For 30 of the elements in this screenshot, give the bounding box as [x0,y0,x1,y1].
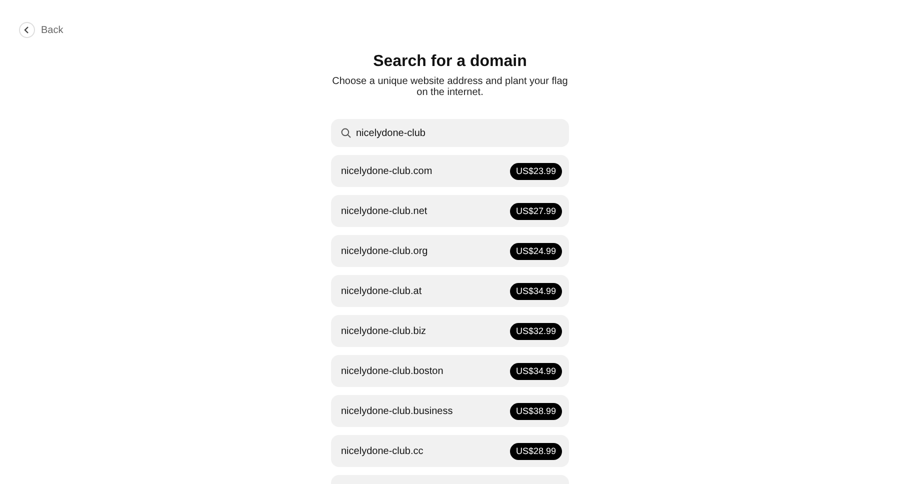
domain-name: nicelydone-club.org [341,246,428,256]
price-button[interactable]: US$28.99 [510,442,562,460]
domain-result-row[interactable]: nicelydone-club.business US$38.99 [331,395,569,427]
back-button[interactable]: Back [19,22,64,38]
domain-result-row[interactable]: nicelydone-club.org US$24.99 [331,235,569,267]
price-button[interactable]: US$24.99 [510,242,562,260]
price-button[interactable]: US$34.99 [510,282,562,300]
domain-result-row[interactable]: nicelydone-club.net US$27.99 [331,195,569,227]
price-button[interactable]: US$32.99 [510,322,562,340]
domain-result-row[interactable]: nicelydone-club.cc US$28.99 [331,435,569,467]
price-button[interactable]: US$27.99 [510,202,562,220]
price-button[interactable]: US$23.99 [510,162,562,180]
domain-result-row[interactable]: nicelydone-club.biz US$32.99 [331,315,569,347]
domain-name: nicelydone-club.business [341,406,453,416]
domain-name: nicelydone-club.com [341,166,432,176]
domain-name: nicelydone-club.net [341,206,428,216]
domain-name: nicelydone-club.cc [341,446,424,456]
search-icon [341,128,351,138]
domain-result-row[interactable]: nicelydone-club.boston US$34.99 [331,355,569,387]
page-subtitle: Choose a unique website address and plant your flag on the internet. [331,76,569,98]
price-button[interactable]: US$38.99 [510,402,562,420]
page-title: Search for a domain [373,52,527,72]
search-field[interactable]: nicelydone-club [331,119,569,147]
domain-name: nicelydone-club.at [341,286,422,296]
price-button[interactable]: US$34.99 [510,362,562,380]
domain-name: nicelydone-club.boston [341,366,444,376]
chevron-left-icon [19,22,35,38]
domain-result-row[interactable]: nicelydone-club.com US$23.99 [331,155,569,187]
domain-name: nicelydone-club.biz [341,326,426,336]
domain-result-row[interactable]: nicelydone-club.at US$34.99 [331,275,569,307]
